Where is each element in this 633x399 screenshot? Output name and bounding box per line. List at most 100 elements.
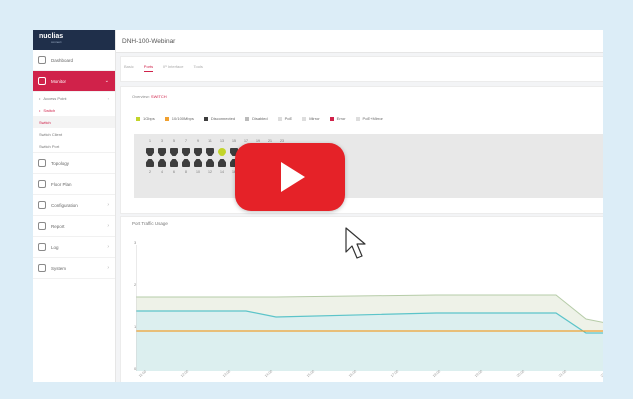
port-legend: 1Gbps 10/100Mbps Disconnected Disabled PoE Mi… xyxy=(136,116,383,121)
port-number: 2 xyxy=(149,170,151,174)
sidebar-sub-switch[interactable]: • Switch xyxy=(33,104,115,116)
switch-port[interactable] xyxy=(170,159,178,167)
sidebar-sub-switch-client[interactable]: Switch Client xyxy=(33,128,115,140)
legend-item: 1Gbps xyxy=(136,116,155,121)
logo-text: nuclias xyxy=(39,33,64,40)
report-icon xyxy=(38,222,46,230)
legend-label: 10/100Mbps xyxy=(171,116,194,121)
play-icon xyxy=(281,162,305,192)
port-number: 6 xyxy=(173,170,175,174)
switch-port[interactable] xyxy=(182,159,190,167)
switch-port[interactable] xyxy=(158,159,166,167)
chevron-right-icon: › xyxy=(107,244,109,250)
chevron-right-icon: › xyxy=(107,265,109,271)
legend-swatch xyxy=(164,116,169,121)
mouse-cursor-icon xyxy=(345,227,366,259)
legend-label: PoE xyxy=(284,116,293,121)
sidebar-item-label: Switch xyxy=(39,119,51,125)
switch-port[interactable] xyxy=(194,159,202,167)
dashboard-icon xyxy=(38,56,46,64)
sidebar-item-label: Dashboard xyxy=(51,57,74,63)
sidebar-item-label: System xyxy=(51,265,67,271)
chart-area-teal xyxy=(136,311,603,371)
sidebar-item-label: Configuration xyxy=(51,202,78,208)
port-number: 14 xyxy=(220,170,224,174)
nuclias-logo[interactable]: nuclias connect xyxy=(33,30,115,50)
sidebar-item-label: Access Point xyxy=(43,95,67,101)
sidebar-item-label: Switch xyxy=(43,107,56,113)
tab-tools[interactable]: Tools xyxy=(194,64,203,72)
monitor-icon xyxy=(38,77,46,85)
tab-basic[interactable]: Basic xyxy=(124,64,134,72)
switch-port[interactable] xyxy=(218,159,226,167)
floor-plan-icon xyxy=(38,180,46,188)
switch-port[interactable] xyxy=(218,148,226,156)
system-icon xyxy=(38,264,46,272)
switch-port-panel: 1357911131517192123 24681012141618202224 xyxy=(134,134,603,198)
switch-port[interactable] xyxy=(206,159,214,167)
port-number: 9 xyxy=(197,139,199,143)
port-number: 13 xyxy=(220,139,224,143)
switch-port[interactable] xyxy=(146,148,154,156)
sidebar-item-label: Report xyxy=(51,223,65,229)
legend-label: 1Gbps xyxy=(143,116,155,121)
sidebar-item-label: Log xyxy=(51,244,59,250)
legend-item: Disconnected xyxy=(203,116,236,121)
port-number: 5 xyxy=(173,139,175,143)
overview-value: SWITCH xyxy=(150,94,167,99)
port-number: 12 xyxy=(208,170,212,174)
legend-label: Disabled xyxy=(252,116,268,121)
topology-icon xyxy=(38,159,46,167)
log-icon xyxy=(38,243,46,251)
sidebar-sub-switch-list[interactable]: Switch xyxy=(33,116,115,128)
sidebar-item-report[interactable]: Report › xyxy=(33,216,115,237)
switch-port[interactable] xyxy=(170,148,178,156)
switch-port[interactable] xyxy=(182,148,190,156)
legend-label: Disconnected xyxy=(210,116,236,121)
chevron-right-icon: › xyxy=(107,95,109,101)
sidebar-item-log[interactable]: Log › xyxy=(33,237,115,258)
legend-item: PoE+Mirror xyxy=(355,116,383,121)
sidebar-sub-switch-port[interactable]: Switch Port xyxy=(33,140,115,153)
sidebar-item-configuration[interactable]: Configuration › xyxy=(33,195,115,216)
sidebar-item-topology[interactable]: Topology xyxy=(33,153,115,174)
switch-port[interactable] xyxy=(194,148,202,156)
y-tick-label: 0 xyxy=(134,366,137,371)
sidebar-item-dashboard[interactable]: Dashboard xyxy=(33,50,115,71)
legend-item: PoE xyxy=(277,116,293,121)
sidebar: nuclias connect Dashboard Monitor ⌄ • Acc… xyxy=(33,30,116,382)
port-number: 15 xyxy=(232,139,236,143)
sidebar-item-floor-plan[interactable]: Floor Plan xyxy=(33,174,115,195)
legend-swatch xyxy=(302,116,307,121)
y-tick-label: 1 xyxy=(134,324,137,329)
y-tick-label: 2 xyxy=(134,282,137,287)
tab-ip-interface[interactable]: IP Interface xyxy=(163,64,183,72)
chevron-down-icon: ⌄ xyxy=(104,78,109,84)
sidebar-item-label: Switch Client xyxy=(39,131,63,137)
chevron-right-icon: › xyxy=(107,202,109,208)
overview-title: Overview: SWITCH xyxy=(132,94,167,99)
port-number: 11 xyxy=(208,139,212,143)
port-number: 1 xyxy=(149,139,151,143)
logo-subtext: connect xyxy=(51,40,62,44)
sidebar-item-system[interactable]: System › xyxy=(33,258,115,279)
sidebar-item-label: Monitor xyxy=(51,78,67,84)
tab-ports[interactable]: Ports xyxy=(143,64,154,72)
sidebar-item-monitor[interactable]: Monitor ⌄ xyxy=(33,71,115,92)
top-bar: DNH-100-Webinar xyxy=(116,30,603,53)
legend-item: Disabled xyxy=(245,116,268,121)
tab-bar: Basic Ports IP Interface Tools xyxy=(124,64,203,72)
port-number: 8 xyxy=(185,170,187,174)
legend-label: Mirror xyxy=(309,116,320,121)
sidebar-sub-access-point[interactable]: • Access Point › xyxy=(33,92,115,104)
switch-port[interactable] xyxy=(206,148,214,156)
port-number: 7 xyxy=(185,139,187,143)
overview-label: Overview: xyxy=(132,94,150,99)
chevron-right-icon: › xyxy=(107,223,109,229)
switch-port[interactable] xyxy=(158,148,166,156)
legend-item: 10/100Mbps xyxy=(164,116,194,121)
switch-port[interactable] xyxy=(146,159,154,167)
port-number: 4 xyxy=(161,170,163,174)
play-button[interactable] xyxy=(235,143,345,211)
y-tick-label: 3 xyxy=(134,240,137,245)
